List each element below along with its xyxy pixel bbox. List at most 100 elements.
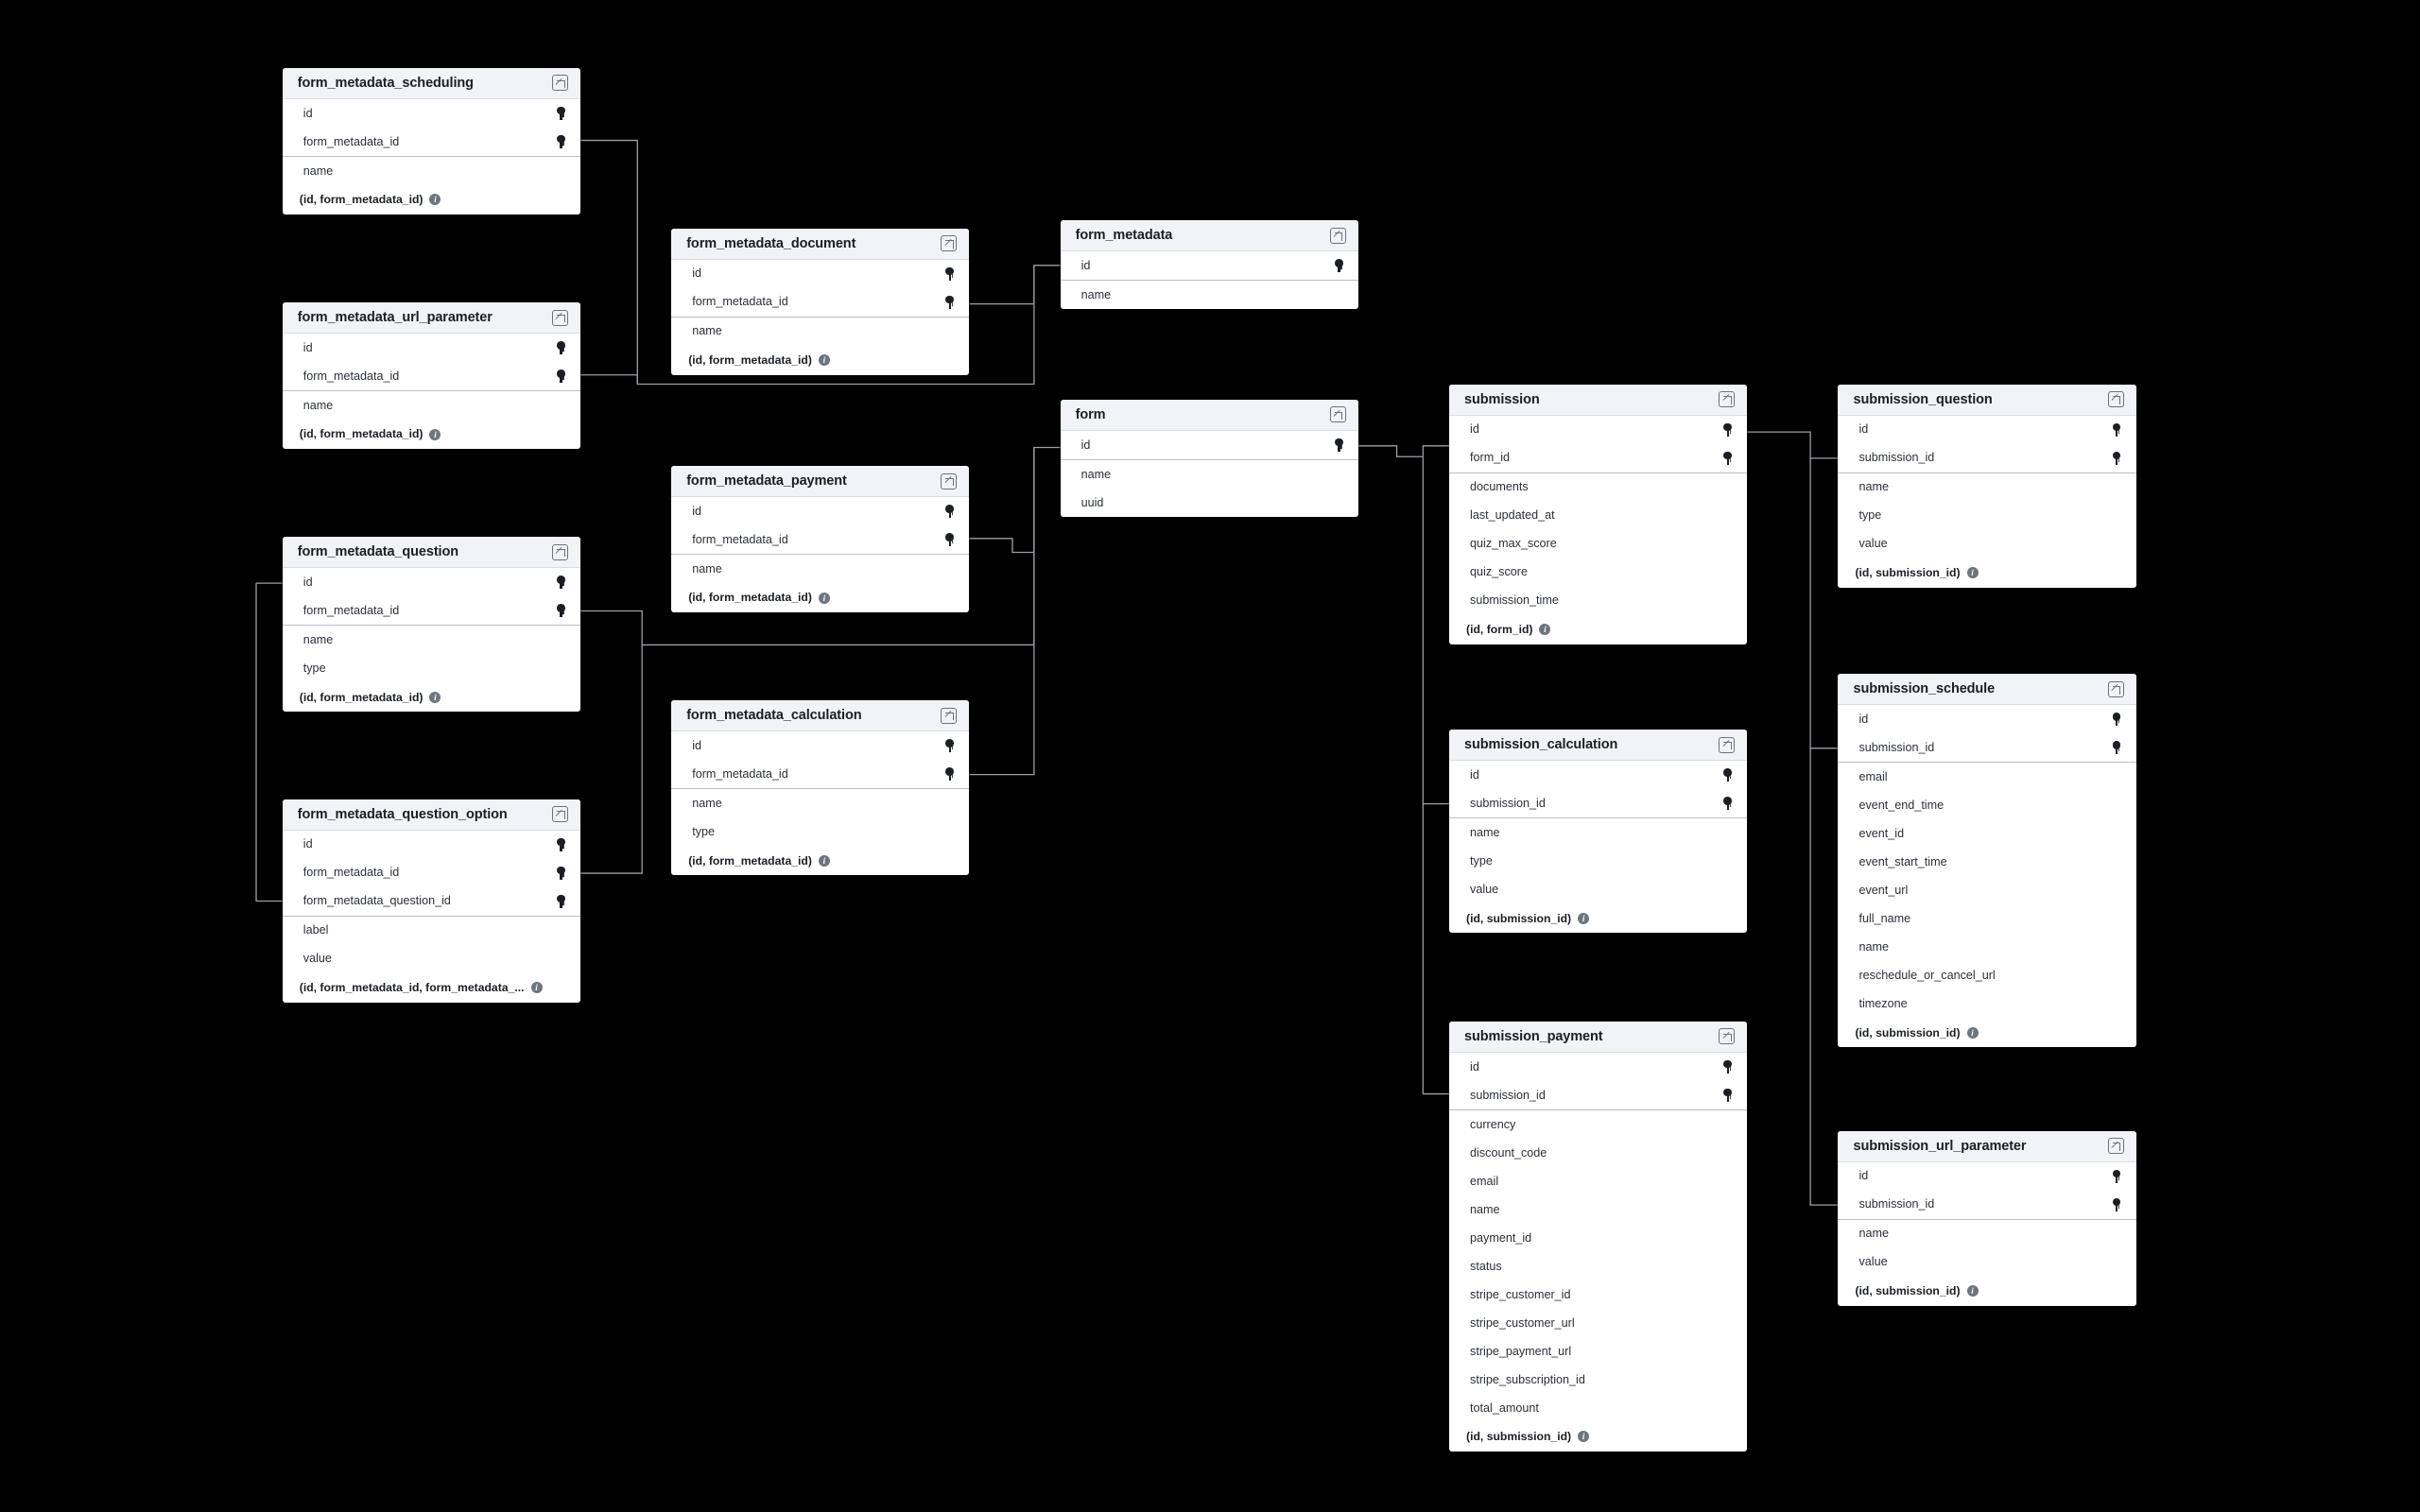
open-in-new-icon[interactable]	[551, 75, 568, 92]
key-field-row[interactable]: submission_id	[1838, 444, 2135, 472]
key-field-row[interactable]: id	[1061, 251, 1358, 280]
attribute-field-row[interactable]: full_name	[1838, 904, 2135, 933]
attribute-field-row[interactable]: type	[1838, 502, 2135, 530]
info-icon[interactable]: i	[818, 854, 830, 867]
attribute-field-row[interactable]: reschedule_or_cancel_url	[1838, 961, 2135, 989]
info-icon[interactable]: i	[1966, 1026, 1979, 1039]
key-field-row[interactable]: id	[283, 831, 580, 859]
attribute-field-row[interactable]: last_updated_at	[1449, 502, 1747, 530]
key-field-row[interactable]: id	[1061, 431, 1358, 459]
open-in-new-icon[interactable]	[551, 806, 568, 823]
key-field-row[interactable]: id	[1838, 1162, 2135, 1191]
open-in-new-icon[interactable]	[2107, 391, 2124, 408]
key-field-row[interactable]: id	[1449, 416, 1747, 444]
open-in-new-icon[interactable]	[551, 309, 568, 326]
open-in-new-icon[interactable]	[941, 235, 958, 252]
key-field-row[interactable]: form_metadata_question_id	[283, 887, 580, 916]
key-field-row[interactable]: id	[1449, 1053, 1747, 1081]
attribute-field-row[interactable]: name	[1061, 281, 1358, 309]
attribute-field-row[interactable]: submission_time	[1449, 587, 1747, 615]
attribute-field-row[interactable]: name	[283, 157, 580, 185]
attribute-field-row[interactable]: value	[1449, 875, 1747, 903]
attribute-field-row[interactable]: value	[1838, 1248, 2135, 1277]
key-field-row[interactable]: form_id	[1449, 444, 1747, 472]
attribute-field-row[interactable]: name	[1449, 818, 1747, 847]
open-in-new-icon[interactable]	[941, 707, 958, 724]
attribute-field-row[interactable]: stripe_customer_id	[1449, 1280, 1747, 1309]
attribute-field-row[interactable]: name	[1061, 460, 1358, 489]
key-field-row[interactable]: id	[1838, 416, 2135, 444]
entity-submission_calculation[interactable]: submission_calculation id submission_id nam…	[1449, 730, 1748, 934]
attribute-field-row[interactable]: quiz_max_score	[1449, 530, 1747, 558]
key-field-row[interactable]: form_metadata_id	[283, 128, 580, 156]
entity-form_metadata[interactable]: form_metadata id name	[1060, 220, 1358, 310]
key-field-row[interactable]: id	[671, 260, 969, 288]
attribute-field-row[interactable]: value	[283, 945, 580, 973]
open-in-new-icon[interactable]	[941, 472, 958, 490]
open-in-new-icon[interactable]	[1329, 406, 1346, 423]
key-field-row[interactable]: form_metadata_id	[671, 525, 969, 554]
attribute-field-row[interactable]: email	[1449, 1167, 1747, 1195]
entity-form_metadata_calculation[interactable]: form_metadata_calculation id form_metadata…	[671, 700, 970, 876]
info-icon[interactable]: i	[429, 194, 441, 206]
info-icon[interactable]: i	[530, 982, 543, 994]
attribute-field-row[interactable]: name	[671, 555, 969, 583]
attribute-field-row[interactable]: name	[283, 626, 580, 654]
open-in-new-icon[interactable]	[551, 543, 568, 560]
key-field-row[interactable]: id	[1449, 761, 1747, 789]
attribute-field-row[interactable]: email	[1838, 763, 2135, 791]
attribute-field-row[interactable]: stripe_customer_url	[1449, 1309, 1747, 1337]
info-icon[interactable]: i	[1578, 1431, 1590, 1443]
entity-form_metadata_question[interactable]: form_metadata_question id form_metadata_id…	[282, 537, 580, 713]
key-field-row[interactable]: id	[283, 334, 580, 362]
open-in-new-icon[interactable]	[1719, 1028, 1736, 1045]
attribute-field-row[interactable]: event_start_time	[1838, 848, 2135, 876]
attribute-field-row[interactable]: documents	[1449, 473, 1747, 502]
key-field-row[interactable]: form_metadata_id	[671, 760, 969, 788]
info-icon[interactable]: i	[1966, 567, 1979, 579]
attribute-field-row[interactable]: stripe_subscription_id	[1449, 1366, 1747, 1394]
attribute-field-row[interactable]: name	[1449, 1195, 1747, 1224]
key-field-row[interactable]: submission_id	[1838, 733, 2135, 762]
entity-submission[interactable]: submission id form_id documents last_updated…	[1449, 384, 1748, 644]
info-icon[interactable]: i	[1966, 1285, 1979, 1297]
open-in-new-icon[interactable]	[1719, 391, 1736, 408]
attribute-field-row[interactable]: total_amount	[1449, 1394, 1747, 1422]
entity-submission_question[interactable]: submission_question id submission_id name ty…	[1838, 384, 2136, 588]
attribute-field-row[interactable]: name	[671, 789, 969, 817]
key-field-row[interactable]: submission_id	[1449, 789, 1747, 817]
entity-form_metadata_payment[interactable]: form_metadata_payment id form_metadata_id n…	[671, 466, 970, 613]
info-icon[interactable]: i	[429, 428, 441, 440]
attribute-field-row[interactable]: timezone	[1838, 989, 2135, 1018]
attribute-field-row[interactable]: status	[1449, 1252, 1747, 1280]
entity-form[interactable]: form id name uuid	[1060, 399, 1358, 517]
key-field-row[interactable]: submission_id	[1449, 1081, 1747, 1109]
attribute-field-row[interactable]: discount_code	[1449, 1139, 1747, 1167]
entity-submission_url_parameter[interactable]: submission_url_parameter id submission_id n…	[1838, 1130, 2136, 1306]
open-in-new-icon[interactable]	[2107, 1138, 2124, 1155]
attribute-field-row[interactable]: uuid	[1061, 489, 1358, 517]
open-in-new-icon[interactable]	[2107, 680, 2124, 697]
attribute-field-row[interactable]: event_end_time	[1838, 791, 2135, 819]
entity-submission_payment[interactable]: submission_payment id submission_id currenc…	[1449, 1021, 1748, 1452]
info-icon[interactable]: i	[818, 354, 830, 367]
attribute-field-row[interactable]: event_url	[1838, 876, 2135, 904]
attribute-field-row[interactable]: value	[1838, 530, 2135, 558]
entity-form_metadata_question_option[interactable]: form_metadata_question_option id form_meta…	[282, 799, 580, 1003]
key-field-row[interactable]: submission_id	[1838, 1191, 2135, 1219]
key-field-row[interactable]: id	[283, 99, 580, 128]
attribute-field-row[interactable]: type	[283, 654, 580, 682]
info-icon[interactable]: i	[818, 592, 830, 604]
key-field-row[interactable]: id	[671, 731, 969, 760]
attribute-field-row[interactable]: stripe_payment_url	[1449, 1337, 1747, 1366]
attribute-field-row[interactable]: type	[1449, 847, 1747, 875]
key-field-row[interactable]: id	[283, 568, 580, 596]
key-field-row[interactable]: form_metadata_id	[283, 362, 580, 390]
attribute-field-row[interactable]: currency	[1449, 1110, 1747, 1139]
entity-form_metadata_url_parameter[interactable]: form_metadata_url_parameter id form_metada…	[282, 302, 580, 449]
info-icon[interactable]: i	[429, 691, 441, 703]
attribute-field-row[interactable]: type	[671, 817, 969, 846]
attribute-field-row[interactable]: quiz_score	[1449, 558, 1747, 587]
info-icon[interactable]: i	[1578, 912, 1590, 924]
attribute-field-row[interactable]: name	[283, 391, 580, 420]
